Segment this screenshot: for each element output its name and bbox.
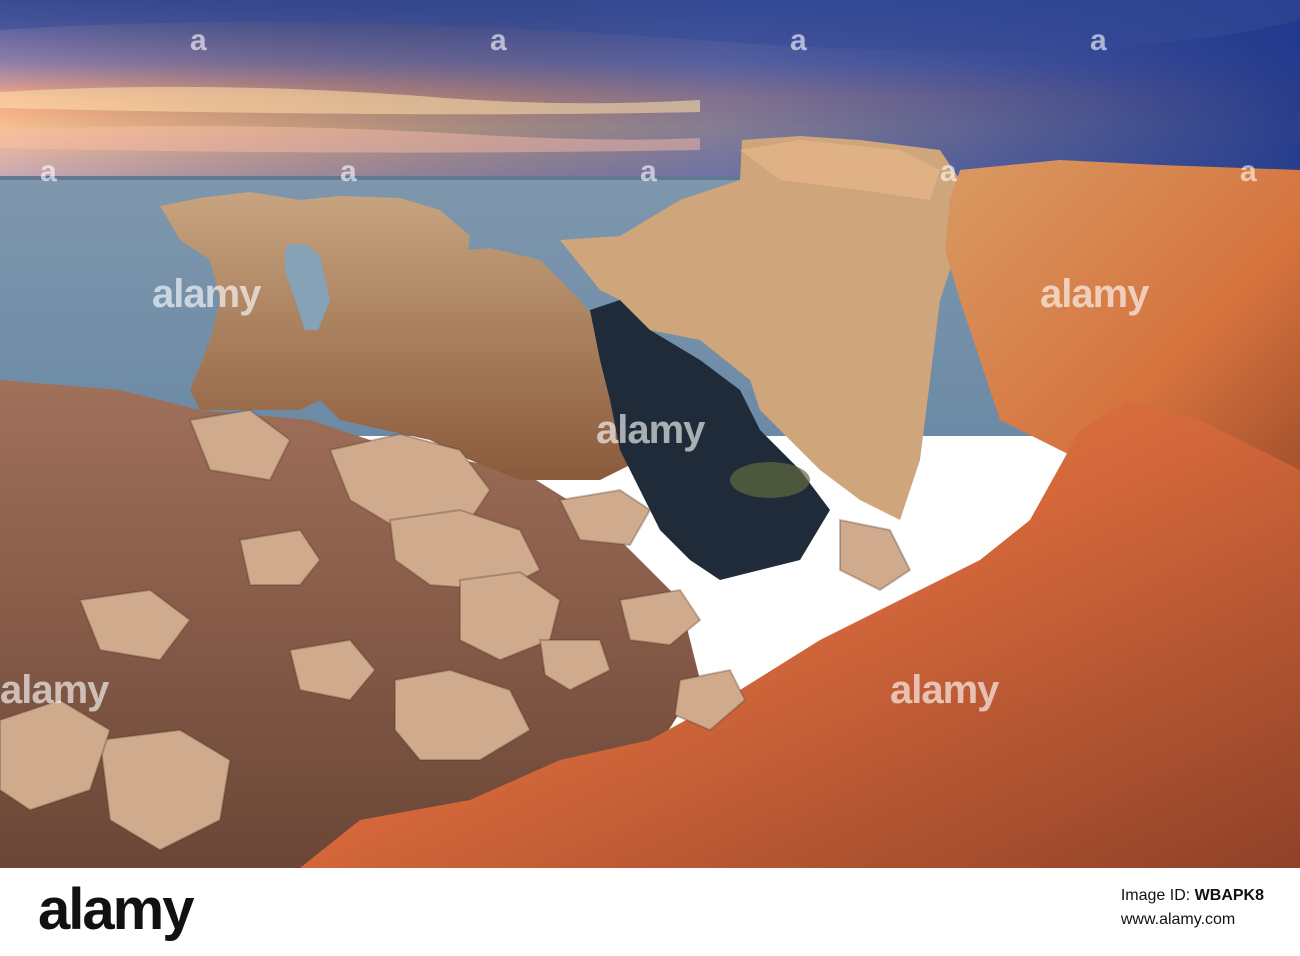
watermark-text: alamy — [596, 408, 705, 452]
watermark-mark: a — [790, 24, 807, 57]
image-meta: Image ID: WBAPK8 www.alamy.com — [1121, 884, 1264, 932]
watermark-mark: a — [40, 155, 57, 188]
watermark-text: alamy — [0, 668, 109, 712]
watermark-mark: a — [340, 155, 357, 188]
landscape-photo: a a a a a a a a a alamy alamy alamy alam… — [0, 0, 1300, 868]
image-id-value: WBAPK8 — [1194, 887, 1264, 904]
watermark-mark: a — [490, 24, 507, 57]
watermark-mark: a — [1240, 155, 1257, 188]
site-url: www.alamy.com — [1120, 911, 1236, 928]
watermark-text: alamy — [152, 272, 261, 316]
image-id-label: Image ID: — [1120, 887, 1191, 904]
watermark-mark: a — [640, 155, 657, 188]
watermark-text: alamy — [1040, 272, 1149, 316]
image-id-row: Image ID: WBAPK8 — [1121, 884, 1264, 908]
watermark-text: alamy — [890, 668, 999, 712]
alamy-logo: alamy — [38, 877, 194, 942]
watermark-mark: a — [190, 24, 207, 57]
footer-bar: alamy Image ID: WBAPK8 www.alamy.com — [0, 868, 1300, 956]
watermark-mark: a — [940, 155, 957, 188]
watermark-mark: a — [1090, 24, 1107, 57]
